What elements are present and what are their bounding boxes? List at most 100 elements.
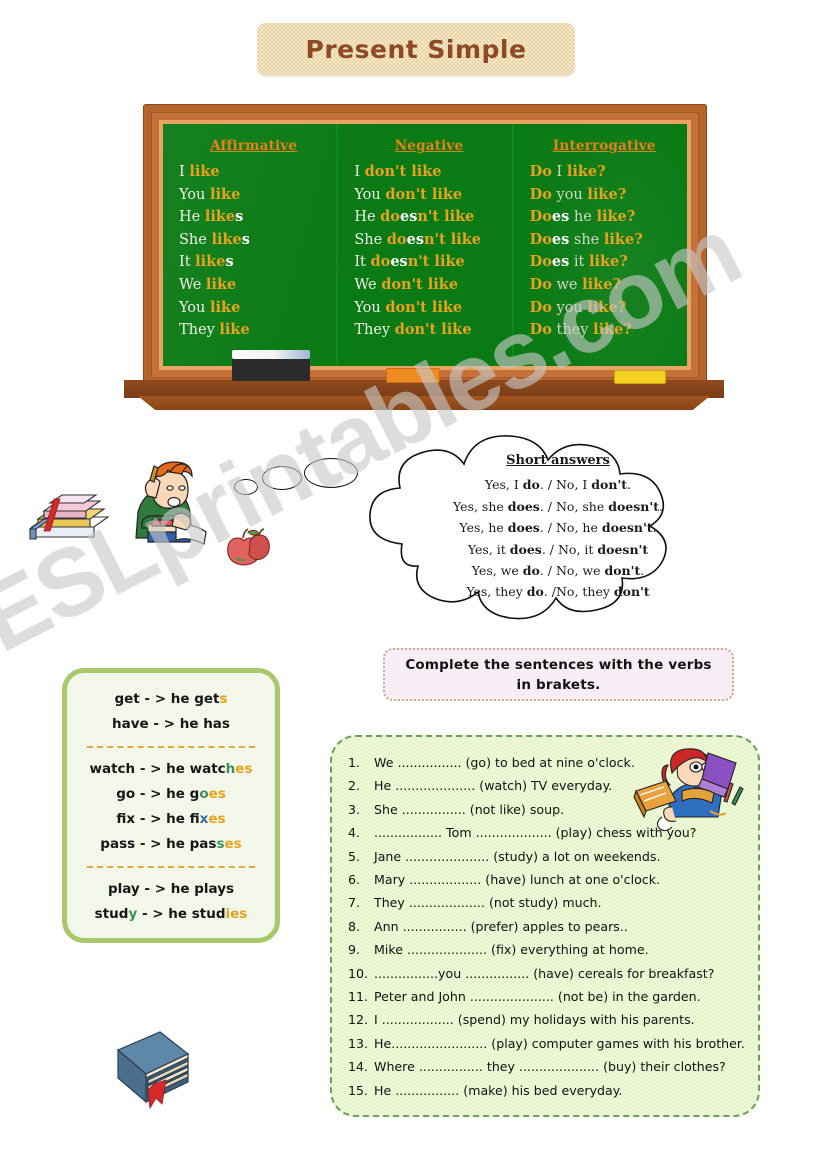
conjugation-row: I don't like bbox=[354, 161, 503, 184]
row-question-mark: ? bbox=[617, 298, 627, 316]
rule-arrow: - > bbox=[139, 881, 171, 897]
exercise-item: 9. Mike .................... (fix) everyt… bbox=[348, 938, 748, 961]
row-verb: like bbox=[587, 185, 618, 203]
row-verb: like bbox=[603, 230, 635, 248]
spelling-rule: fix - > he fixes bbox=[73, 807, 269, 832]
spelling-rule: have - > he has bbox=[73, 712, 269, 737]
rule-arrow: - > bbox=[135, 811, 167, 827]
row-aux-rest: n't like bbox=[407, 253, 465, 271]
blackboard-surface: Affirmative I like You like He likes She lik… bbox=[163, 124, 687, 366]
row-verb: like bbox=[219, 321, 250, 339]
exercise-item: 15. He ................ (make) his bed ev… bbox=[348, 1079, 748, 1102]
answer-affirmative: do bbox=[522, 563, 540, 579]
conjugation-row: Do we like? bbox=[530, 274, 679, 297]
rule-result-highlight: s bbox=[216, 836, 225, 852]
exercise-number: 15. bbox=[348, 1082, 369, 1098]
answer-middle: . / No, she bbox=[539, 498, 609, 514]
row-pronoun: We bbox=[354, 276, 382, 293]
exercise-number: 12. bbox=[348, 1012, 369, 1028]
exercise-item: 12. I .................. (spend) my holid… bbox=[348, 1008, 748, 1031]
book-stack-icon bbox=[28, 494, 110, 540]
rule-result: he fi bbox=[166, 811, 200, 827]
exercise-number: 13. bbox=[348, 1035, 369, 1051]
answer-middle: . / No, we bbox=[539, 563, 605, 579]
exercise-item: 10. ................you ................… bbox=[348, 962, 748, 985]
row-question-mark: ? bbox=[597, 163, 606, 180]
conjugation-row: It likes bbox=[179, 251, 328, 274]
row-aux-highlight: es bbox=[399, 208, 418, 226]
conjugation-row: You like bbox=[179, 297, 328, 320]
row-aux-rest: 't like bbox=[395, 163, 442, 180]
exercise-item: 14. Where ................ they .........… bbox=[348, 1055, 748, 1078]
row-question-mark: ? bbox=[623, 321, 632, 339]
thought-cloud: Short answers Yes, I do. / No, I don't. Y… bbox=[336, 424, 772, 646]
conjugation-row: She doesn't like bbox=[354, 229, 503, 252]
instruction-text: Complete the sentences with the verbs in… bbox=[405, 656, 712, 693]
answer-middle: . /No, they bbox=[543, 584, 614, 600]
conjugation-row: You don't like bbox=[354, 184, 503, 207]
row-aux: don bbox=[364, 163, 396, 180]
conjugation-row: Does it like? bbox=[530, 251, 679, 274]
exercise-number: 8. bbox=[348, 918, 361, 934]
answer-negative: doesn't bbox=[601, 520, 653, 536]
exercise-text: We ................ (go) to bed at nine … bbox=[374, 755, 635, 770]
exercise-text: He........................ (play) comput… bbox=[374, 1035, 745, 1051]
exercise-number: 14. bbox=[348, 1059, 369, 1075]
blackboard-frame-inner: Affirmative I like You like He likes She lik… bbox=[159, 120, 691, 370]
row-pronoun: She bbox=[179, 231, 212, 248]
row-aux: do bbox=[370, 253, 391, 271]
column-heading: Interrogative bbox=[552, 138, 656, 154]
exercise-number: 2. bbox=[348, 778, 361, 794]
conjugation-row: You like bbox=[179, 184, 328, 207]
rule-result: he pas bbox=[166, 836, 217, 852]
exercise-text: ................you ................ (ha… bbox=[374, 965, 715, 981]
row-pronoun: you bbox=[551, 299, 588, 316]
spelling-rule: study - > he studies bbox=[73, 902, 269, 927]
row-pronoun: you bbox=[551, 186, 588, 203]
conjugation-row: He likes bbox=[179, 206, 328, 229]
spelling-rule: play - > he plays bbox=[73, 877, 269, 902]
rule-base: go bbox=[116, 786, 136, 802]
rule-result-suffix: es bbox=[224, 836, 242, 852]
rule-result: he g bbox=[166, 786, 200, 802]
answer-end: . bbox=[652, 520, 657, 536]
page-title-box: Present Simple bbox=[257, 23, 575, 76]
apples-icon bbox=[227, 528, 270, 566]
answer-end: . bbox=[627, 477, 632, 493]
row-verb: like bbox=[566, 163, 598, 180]
row-aux-highlight: es bbox=[406, 230, 424, 248]
chalk-yellow-icon bbox=[614, 370, 666, 384]
boy-thinking-icon bbox=[135, 461, 207, 545]
conjugation-row: I like bbox=[179, 161, 328, 184]
conjugation-row: They like bbox=[179, 319, 328, 342]
row-aux-rest: n't like bbox=[424, 230, 482, 248]
answer-end: . bbox=[640, 563, 645, 579]
answer-prefix: Yes, we bbox=[471, 563, 523, 579]
exercise-text: She ................ (not like) soup. bbox=[374, 801, 565, 817]
rule-result: he get bbox=[170, 691, 220, 707]
exercise-item: 8. Ann ................ (prefer) apples t… bbox=[348, 915, 748, 938]
row-aux-rest: 't like bbox=[415, 185, 463, 203]
row-verb: like bbox=[210, 185, 241, 203]
row-aux: Do bbox=[529, 185, 552, 203]
row-pronoun: it bbox=[569, 254, 589, 271]
row-verb: like bbox=[587, 298, 618, 316]
answer-middle: . / No, I bbox=[539, 477, 592, 493]
row-aux: Do bbox=[529, 321, 552, 339]
short-answers-block: Short answers Yes, I do. / No, I don't. Y… bbox=[388, 450, 728, 603]
spelling-divider bbox=[87, 746, 255, 748]
answer-prefix: Yes, he bbox=[459, 520, 508, 536]
row-aux-highlight: es bbox=[551, 208, 570, 226]
row-aux: don bbox=[394, 321, 426, 339]
row-question-mark: ? bbox=[617, 185, 627, 203]
conjugation-row: Does he like? bbox=[530, 206, 679, 229]
row-verb: like bbox=[210, 298, 241, 316]
conjugation-row: Do they like? bbox=[530, 319, 679, 342]
answer-negative: don't bbox=[604, 563, 641, 579]
row-aux: Do bbox=[529, 230, 552, 248]
short-answer-line: Yes, it does. / No, it doesn't bbox=[388, 539, 728, 560]
rule-result-highlight: ies bbox=[225, 906, 248, 922]
short-answer-line: Yes, we do. / No, we don't. bbox=[388, 560, 728, 581]
column-heading: Affirmative bbox=[210, 138, 298, 154]
row-verb: like bbox=[596, 208, 627, 226]
